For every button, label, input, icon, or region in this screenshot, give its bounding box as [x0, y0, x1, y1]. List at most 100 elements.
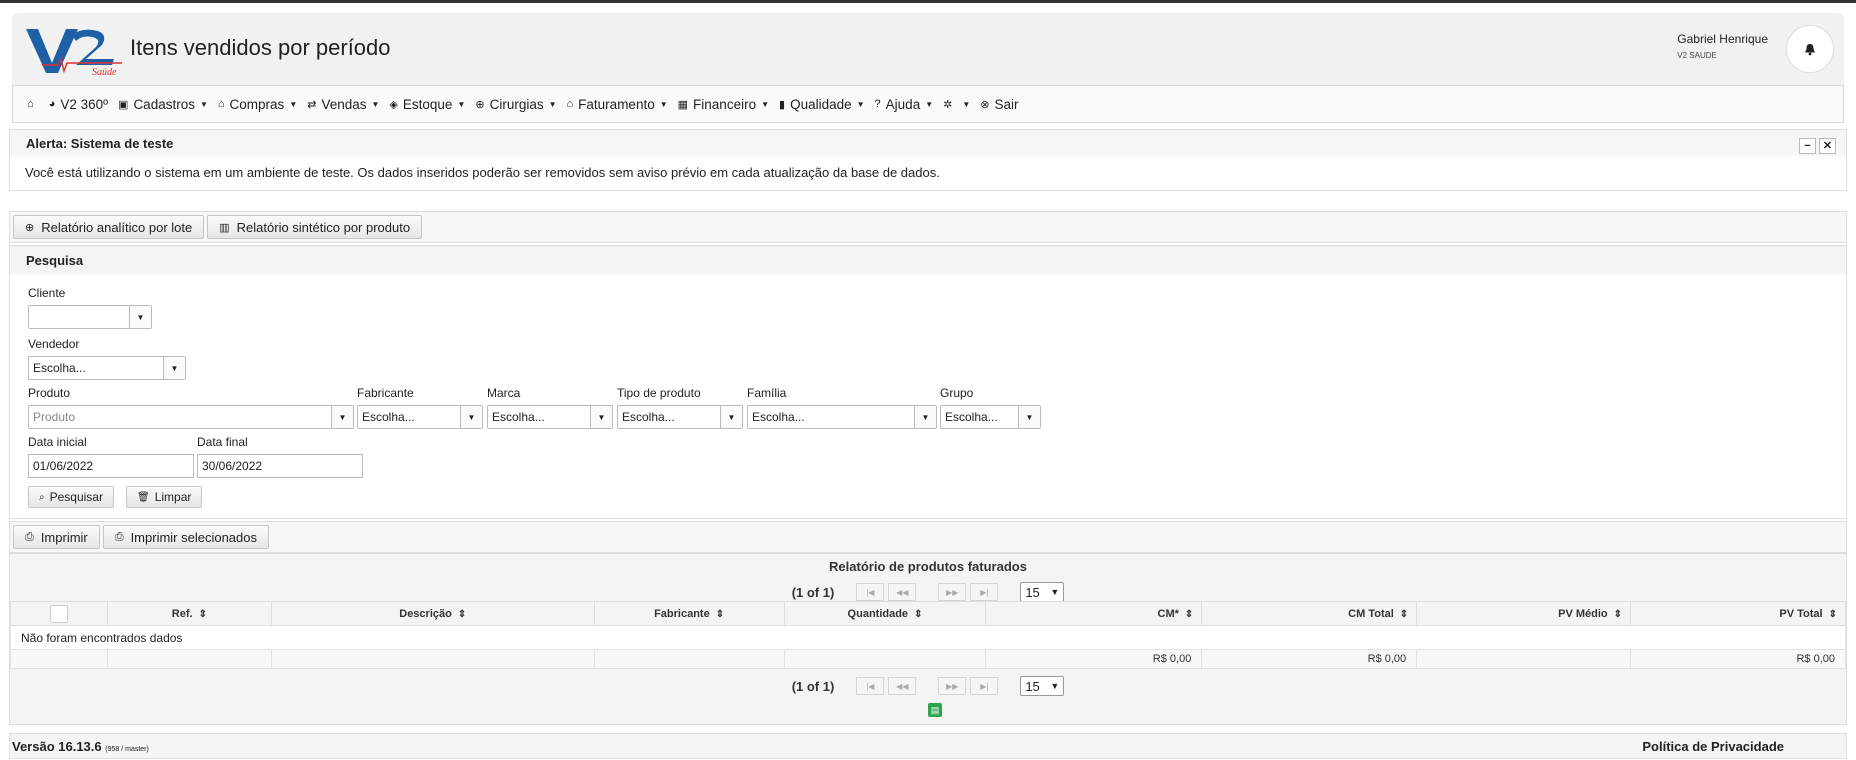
sort-icon: ⇕ — [457, 608, 467, 620]
empty-row: Não foram encontrados dados — [10, 625, 1846, 650]
caret-down-icon: ▼ — [720, 406, 742, 428]
search-title: Pesquisa — [10, 246, 1846, 274]
last-page-button[interactable]: ▶| — [970, 583, 999, 601]
caret-down-icon: ▼ — [925, 99, 934, 109]
excel-export-icon[interactable]: ▤ — [928, 703, 942, 717]
vendedor-select[interactable]: Escolha... ▼ — [28, 356, 186, 380]
caret-down-icon: ▼ — [590, 406, 612, 428]
print-icon: ⎙ — [25, 530, 34, 543]
notifications-button[interactable] — [1786, 25, 1834, 73]
menu-sair[interactable]: ⊗ Sair — [980, 97, 1018, 112]
save-icon: ▣ — [118, 98, 129, 111]
data-final-input[interactable]: 30/06/2022 — [197, 454, 363, 478]
menu-financeiro[interactable]: ▦ Financeiro ▼ — [678, 97, 769, 112]
app-header: Saúde Itens vendidos por período Gabriel… — [12, 13, 1844, 85]
fabricante-label: Fabricante — [357, 386, 414, 400]
fabricante-select[interactable]: Escolha... ▼ — [357, 405, 483, 429]
caret-down-icon: ▼ — [914, 406, 936, 428]
search-button[interactable]: ⌕ Pesquisar — [28, 486, 114, 508]
analytic-report-button[interactable]: ⊕ Relatório analítico por lote — [13, 215, 205, 239]
close-button[interactable]: ✕ — [1819, 138, 1836, 154]
bell-icon — [1805, 43, 1815, 55]
caret-down-icon: ▼ — [1050, 681, 1060, 691]
total-cm-total: R$ 0,00 — [1201, 649, 1418, 669]
svg-text:Saúde: Saúde — [92, 67, 117, 77]
tag-icon: ◈ — [389, 98, 398, 111]
total-pv-total: R$ 0,00 — [1630, 649, 1846, 669]
table-header-row: Ref. ⇕ Descrição ⇕ Fabricante ⇕ Quantidade ⇕… — [10, 601, 1846, 626]
rows-per-page-select[interactable]: 15 ▼ — [1020, 582, 1065, 602]
cliente-select[interactable]: ▼ — [28, 305, 152, 329]
col-quantidade[interactable]: Quantidade ⇕ — [783, 601, 987, 626]
paginator-top: (1 of 1) |◀ ◀◀ ▶▶ ▶| 15 ▼ — [10, 582, 1846, 602]
search-icon: ⌕ — [39, 491, 45, 503]
menu-estoque[interactable]: ◈ Estoque ▼ — [389, 97, 465, 112]
book-icon: ▮ — [779, 98, 786, 111]
menu-faturamento[interactable]: ⌂ Faturamento ▼ — [567, 97, 668, 112]
sort-icon: ⇕ — [198, 608, 207, 620]
grupo-select[interactable]: Escolha... ▼ — [940, 405, 1041, 429]
caret-down-icon: ▼ — [199, 99, 208, 109]
caret-down-icon: ▼ — [962, 99, 971, 109]
menu-ajuda[interactable]: ? Ajuda ▼ — [875, 97, 934, 112]
data-inicial-input[interactable]: 01/06/2022 — [28, 454, 194, 478]
grupo-label: Grupo — [940, 386, 974, 400]
print-button[interactable]: ⎙ Imprimir — [13, 525, 100, 549]
menu-compras[interactable]: ⌂ Compras ▼ — [218, 97, 297, 112]
page-title: Itens vendidos por período — [130, 35, 391, 60]
col-fabricante[interactable]: Fabricante ⇕ — [593, 601, 785, 626]
caret-down-icon: ▼ — [659, 99, 668, 109]
menu-qualidade[interactable]: ▮ Qualidade ▼ — [779, 97, 865, 112]
next-page-button[interactable]: ▶▶ — [938, 677, 967, 695]
familia-select[interactable]: Escolha... ▼ — [747, 405, 937, 429]
close-icon: ✕ — [1822, 139, 1833, 152]
rows-per-page-select[interactable]: 15 ▼ — [1020, 676, 1065, 696]
prev-page-button[interactable]: ◀◀ — [888, 677, 917, 695]
caret-down-icon: ▼ — [457, 99, 466, 109]
menu-settings[interactable]: ✲ ▼ — [943, 98, 970, 111]
select-all-checkbox[interactable] — [49, 604, 68, 623]
caret-down-icon: ▼ — [761, 99, 769, 109]
menu-cadastros[interactable]: ▣ Cadastros ▼ — [118, 97, 208, 112]
privacy-policy-link[interactable]: Política de Privacidade — [1642, 739, 1784, 754]
first-page-button[interactable]: |◀ — [856, 677, 885, 695]
total-cm: R$ 0,00 — [985, 649, 1203, 669]
col-cm[interactable]: CM* ⇕ — [985, 601, 1203, 626]
col-ref[interactable]: Ref. ⇕ — [106, 601, 272, 626]
caret-down-icon: ▼ — [548, 99, 557, 109]
menu-cirurgias[interactable]: ⊕ Cirurgias ▼ — [475, 97, 556, 112]
produto-select[interactable]: Produto ▼ — [28, 405, 354, 429]
close-circle-icon: ⊗ — [980, 98, 990, 111]
v2-saude-logo[interactable]: Saúde — [22, 25, 132, 77]
sort-icon: ⇕ — [715, 608, 725, 620]
sort-icon: ⇕ — [1613, 608, 1623, 620]
gear-icon: ✲ — [943, 98, 953, 111]
user-info[interactable]: Gabriel Henrique V2 SAUDE — [1677, 32, 1768, 60]
next-page-button[interactable]: ▶▶ — [938, 583, 967, 601]
col-pv-total[interactable]: PV Total ⇕ — [1630, 601, 1846, 626]
synthetic-report-button[interactable]: ▥ Relatório sintético por produto — [207, 215, 423, 239]
menu-v2-360[interactable]: ◕ V2 360º — [49, 97, 108, 112]
last-page-button[interactable]: ▶| — [970, 677, 999, 695]
col-cm-total[interactable]: CM Total ⇕ — [1201, 601, 1418, 626]
clear-button[interactable]: 🗑 Limpar — [126, 486, 203, 508]
col-pv-medio[interactable]: PV Médio ⇕ — [1416, 601, 1632, 626]
plus-circle-icon: ⊕ — [475, 98, 485, 111]
col-descricao[interactable]: Descrição ⇕ — [270, 601, 595, 626]
data-inicial-label: Data inicial — [28, 435, 87, 449]
minimize-button[interactable]: − — [1799, 138, 1816, 154]
select-all-checkbox-cell[interactable] — [10, 601, 108, 626]
minus-icon: − — [1804, 139, 1811, 152]
tipo-produto-select[interactable]: Escolha... ▼ — [617, 405, 743, 429]
print-selected-button[interactable]: ⎙ Imprimir selecionados — [102, 525, 269, 549]
prev-page-button[interactable]: ◀◀ — [888, 583, 917, 601]
first-page-button[interactable]: |◀ — [856, 583, 885, 601]
page-info: (1 of 1) — [791, 584, 835, 600]
marca-select[interactable]: Escolha... ▼ — [487, 405, 613, 429]
print-toolbar: ⎙ Imprimir ⎙ Imprimir selecionados — [9, 521, 1847, 553]
menu-home[interactable]: ⌂ — [27, 98, 39, 110]
alert-title: Alerta: Sistema de teste — [10, 130, 1846, 156]
test-system-alert: Alerta: Sistema de teste − ✕ Você está u… — [9, 129, 1847, 191]
menu-vendas[interactable]: ⇄ Vendas ▼ — [307, 97, 379, 112]
caret-down-icon: ▼ — [129, 306, 151, 328]
